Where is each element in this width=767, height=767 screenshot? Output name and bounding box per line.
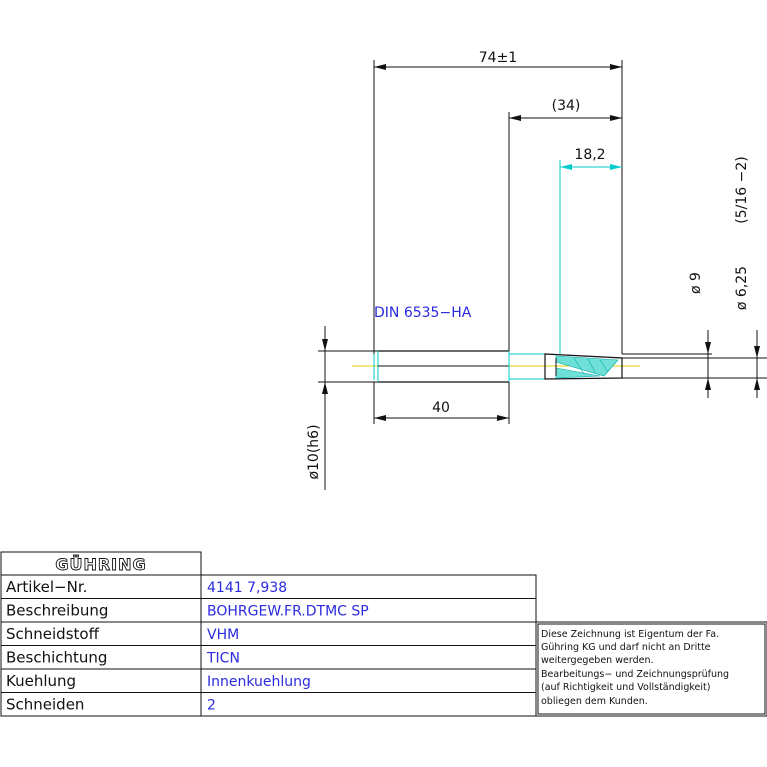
row-label-beschreibung: Beschreibung bbox=[6, 602, 108, 620]
shank bbox=[373, 350, 510, 383]
notice-line: weitergegeben werden. bbox=[541, 655, 654, 666]
dim-dia-9: ø 9 bbox=[688, 272, 704, 294]
dim-dia-shank: ø10(h6) bbox=[306, 424, 322, 479]
notice-line: Bearbeitungs− und Zeichnungsprüfung bbox=[541, 669, 729, 680]
row-label-schneidstoff: Schneidstoff bbox=[6, 625, 100, 643]
row-value-kuehlung: Innenkuehlung bbox=[207, 674, 311, 690]
dim-overall-length: 74±1 bbox=[479, 50, 517, 66]
dim-shank-length: 40 bbox=[432, 400, 450, 416]
row-value-beschichtung: TICN bbox=[206, 651, 240, 667]
notice-line: Gühring KG und darf nicht an Dritte bbox=[541, 642, 711, 653]
dim-thread-length: (34) bbox=[552, 98, 581, 114]
row-value-schneidstoff: VHM bbox=[207, 627, 239, 643]
row-value-beschreibung: BOHRGEW.FR.DTMC SP bbox=[207, 604, 369, 620]
dim-dia-cut: ø 6,25 bbox=[734, 266, 750, 310]
cut-length-dimension bbox=[559, 160, 622, 354]
row-label-kuehlung: Kuehlung bbox=[6, 672, 76, 690]
row-label-beschichtung: Beschichtung bbox=[6, 649, 107, 667]
notice-line: Diese Zeichnung ist Eigentum der Fa. bbox=[541, 629, 719, 640]
standard-label: DIN 6535−HA bbox=[374, 305, 472, 321]
row-label-schneiden: Schneiden bbox=[6, 696, 84, 714]
row-label-artikel: Artikel−Nr. bbox=[6, 578, 87, 596]
row-value-schneiden: 2 bbox=[207, 698, 216, 714]
tool-drawing: 74±1 (34) 18,2 40 DIN 6535−HA (5/16 −2) … bbox=[0, 50, 767, 717]
dim-cut-length: 18,2 bbox=[574, 147, 605, 163]
notice-line: (auf Richtigkeit und Vollständigkeit) bbox=[541, 682, 710, 693]
guehring-logo: GÜHRING bbox=[55, 555, 146, 574]
notice-line: obliegen dem Kunden. bbox=[541, 696, 648, 707]
row-value-artikel: 4141 7,938 bbox=[207, 580, 287, 596]
dim-thread-size: (5/16 −2) bbox=[734, 156, 750, 223]
